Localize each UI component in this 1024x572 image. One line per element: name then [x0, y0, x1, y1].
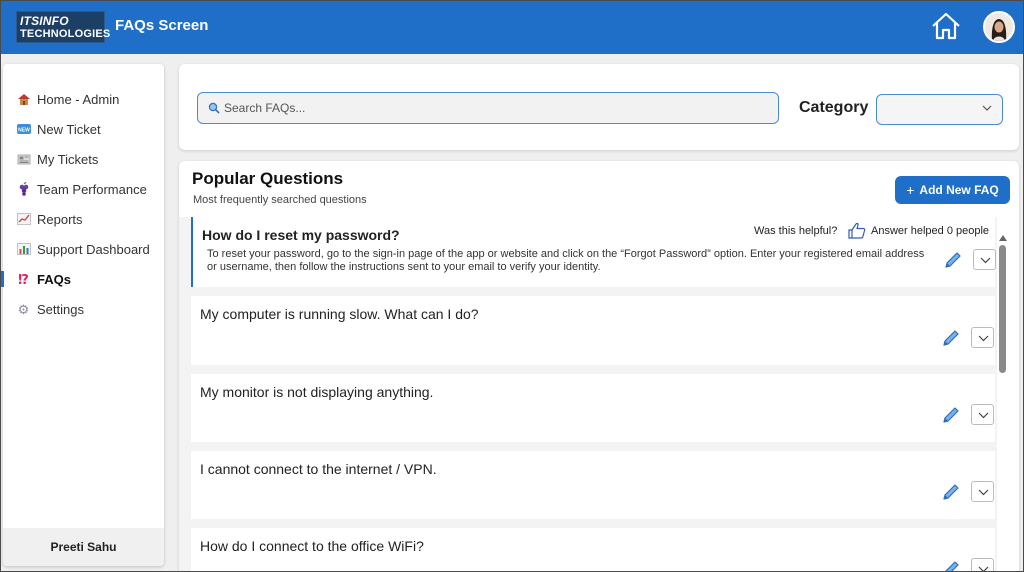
faq-item[interactable]: I cannot connect to the internet / VPN.: [191, 451, 995, 519]
faq-answer: To reset your password, go to the sign-i…: [207, 248, 925, 273]
plus-icon: +: [906, 182, 915, 198]
search-box[interactable]: [197, 92, 779, 124]
expand-toggle-button[interactable]: [971, 327, 994, 348]
logo-line-2: TECHNOLOGIES: [20, 28, 111, 40]
sidebar-item-team-performance[interactable]: Team Performance: [3, 174, 164, 204]
sidebar-item-support-dashboard[interactable]: Support Dashboard: [3, 234, 164, 264]
grapes-icon: [16, 181, 31, 197]
faq-question: My computer is running slow. What can I …: [200, 306, 479, 322]
faq-item[interactable]: My monitor is not displaying anything.: [191, 374, 995, 442]
expand-toggle-button[interactable]: [971, 481, 994, 502]
svg-text:NEW: NEW: [18, 127, 30, 133]
sidebar-item-label: Home - Admin: [37, 91, 120, 107]
add-new-faq-button[interactable]: + Add New FAQ: [895, 176, 1010, 204]
chevron-down-icon: [978, 335, 989, 342]
section-title: Popular Questions: [192, 169, 344, 188]
faq-scrollbar[interactable]: [997, 235, 1009, 571]
page-title: FAQs Screen: [115, 17, 209, 34]
sidebar-item-reports[interactable]: Reports: [3, 204, 164, 234]
chevron-down-icon: [982, 105, 992, 111]
faq-question: My monitor is not displaying anything.: [200, 384, 434, 400]
top-header: ITSINFO TECHNOLOGIES FAQs Screen: [1, 1, 1023, 54]
expand-toggle-button[interactable]: [971, 558, 994, 571]
avatar[interactable]: [983, 11, 1015, 43]
sidebar-item-label: Reports: [37, 211, 83, 227]
search-icon: [208, 102, 220, 114]
sidebar-item-label: Team Performance: [37, 181, 147, 197]
category-label: Category: [799, 99, 869, 116]
faq-item[interactable]: My computer is running slow. What can I …: [191, 296, 995, 365]
add-new-faq-label: Add New FAQ: [919, 183, 999, 197]
sidebar-item-settings[interactable]: ⚙ Settings: [3, 294, 164, 324]
thumbs-up-icon[interactable]: [848, 222, 866, 239]
faq-question: I cannot connect to the internet / VPN.: [200, 461, 437, 477]
home-icon[interactable]: [930, 11, 962, 41]
edit-pencil-icon[interactable]: [941, 559, 961, 571]
sidebar: Home - Admin NEW New Ticket My Tickets T…: [1, 64, 164, 566]
expand-toggle-button[interactable]: [973, 249, 996, 270]
search-input[interactable]: [224, 101, 764, 115]
faq-question: How do I reset my password?: [202, 227, 400, 243]
section-subtitle: Most frequently searched questions: [193, 194, 367, 206]
current-user: Preeti Sahu: [3, 528, 164, 566]
sidebar-item-my-tickets[interactable]: My Tickets: [3, 144, 164, 174]
faq-panel: Popular Questions Most frequently search…: [179, 161, 1019, 571]
edit-pencil-icon[interactable]: [941, 405, 961, 425]
chevron-down-icon: [980, 257, 991, 264]
sidebar-item-label: FAQs: [37, 271, 71, 287]
helpful-prompt: Was this helpful?: [754, 225, 838, 237]
expand-toggle-button[interactable]: [971, 404, 994, 425]
faq-item[interactable]: How do I reset my password? Was this hel…: [191, 217, 996, 287]
sidebar-nav: Home - Admin NEW New Ticket My Tickets T…: [1, 64, 164, 324]
bar-chart-icon: [16, 242, 31, 257]
edit-pencil-icon[interactable]: [943, 250, 963, 270]
app-window: ITSINFO TECHNOLOGIES FAQs Screen Home - …: [0, 0, 1024, 572]
faq-item[interactable]: How do I connect to the office WiFi?: [191, 528, 995, 571]
sidebar-item-label: My Tickets: [37, 151, 99, 167]
sidebar-item-faqs[interactable]: ⁉ FAQs: [1, 264, 164, 294]
company-logo: ITSINFO TECHNOLOGIES: [16, 11, 111, 43]
sidebar-item-home-admin[interactable]: Home - Admin: [3, 84, 164, 114]
sidebar-item-label: Support Dashboard: [37, 241, 150, 257]
newspaper-icon: [16, 152, 31, 167]
sidebar-item-new-ticket[interactable]: NEW New Ticket: [3, 114, 164, 144]
edit-pencil-icon[interactable]: [941, 482, 961, 502]
new-badge-icon: NEW: [16, 122, 31, 137]
scroll-up-arrow-icon[interactable]: [999, 235, 1007, 241]
chevron-down-icon: [978, 489, 989, 496]
scrollbar-thumb[interactable]: [999, 245, 1006, 373]
interrobang-icon: ⁉: [18, 271, 29, 287]
faq-question: How do I connect to the office WiFi?: [200, 538, 424, 554]
line-chart-icon: [16, 212, 31, 227]
category-dropdown[interactable]: [876, 94, 1003, 125]
logo-line-1: ITSINFO: [20, 14, 69, 28]
faq-list: How do I reset my password? Was this hel…: [179, 217, 997, 571]
sidebar-item-label: Settings: [37, 301, 84, 317]
sidebar-item-label: New Ticket: [37, 121, 101, 137]
avatar-image: [985, 13, 1013, 41]
chevron-down-icon: [978, 412, 989, 419]
chevron-down-icon: [978, 566, 989, 571]
edit-pencil-icon[interactable]: [941, 328, 961, 348]
search-panel: Category: [179, 64, 1019, 150]
gear-icon: ⚙: [17, 301, 30, 317]
helped-count-text: Answer helped 0 people: [871, 225, 990, 237]
house-icon: [16, 92, 31, 107]
